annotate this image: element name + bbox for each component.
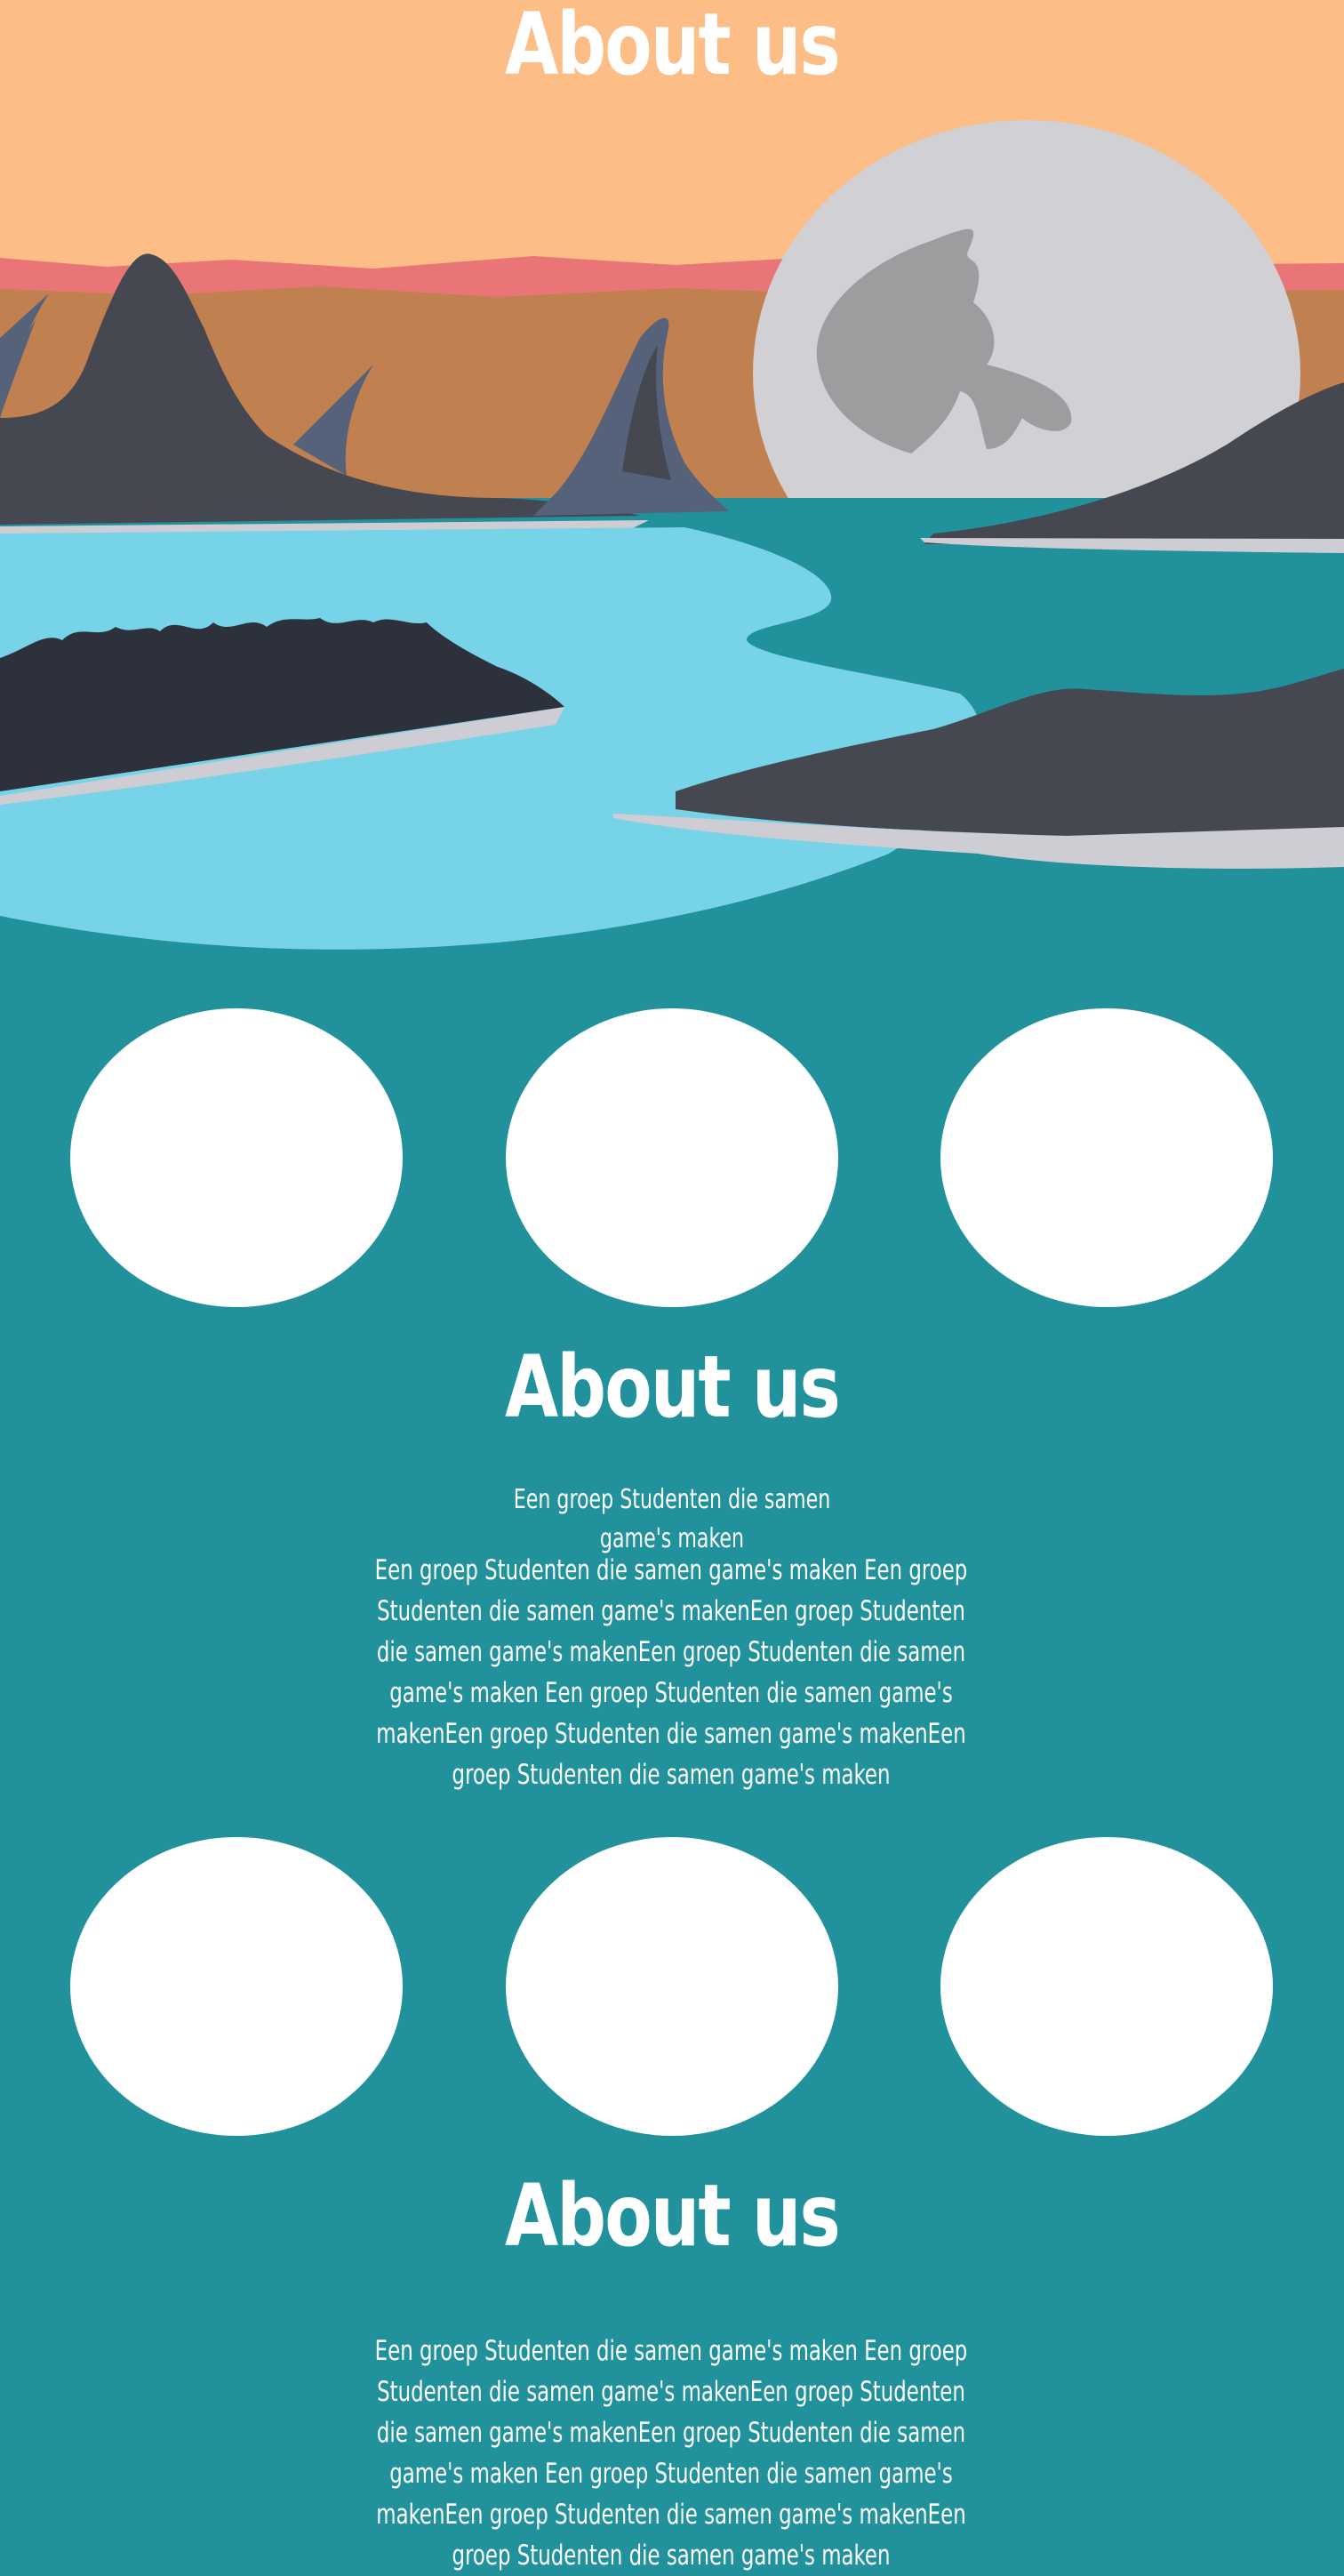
hero-title: About us bbox=[504, 0, 841, 94]
landscape-illustration bbox=[0, 0, 1344, 951]
team-row-2 bbox=[0, 1837, 1344, 2136]
hero-landscape: About us bbox=[0, 0, 1344, 951]
member-photo-placeholder bbox=[940, 1837, 1273, 2136]
member-photo-placeholder bbox=[506, 1837, 838, 2136]
member-photo-placeholder bbox=[940, 1008, 1273, 1307]
section-title: About us bbox=[504, 1337, 841, 1437]
section-body: Een groep Studenten die samen game's mak… bbox=[374, 1554, 968, 1791]
team-row-1 bbox=[0, 1008, 1344, 1307]
section-title: About us bbox=[504, 2166, 841, 2266]
member-photo-placeholder bbox=[506, 1008, 838, 1307]
member-photo-placeholder bbox=[70, 1837, 403, 2136]
section-tagline: Een groep Studenten die samen game's mak… bbox=[513, 1484, 831, 1554]
member-photo-placeholder bbox=[70, 1008, 403, 1307]
